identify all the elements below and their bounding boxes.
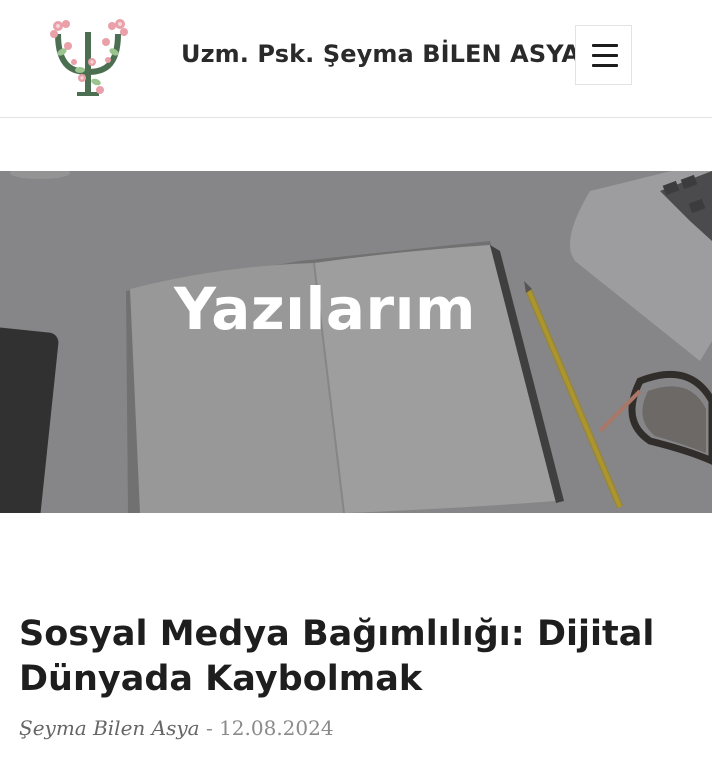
hero-title: Yazılarım xyxy=(174,275,476,343)
site-header: Uzm. Psk. Şeyma BİLEN ASYA xyxy=(0,0,712,118)
post-date: 12.08.2024 xyxy=(219,716,334,740)
meta-separator: - xyxy=(205,716,213,740)
post-meta: Şeyma Bilen Asya - 12.08.2024 xyxy=(19,716,334,740)
page-hero-banner: Yazılarım xyxy=(0,171,712,513)
hamburger-menu-button[interactable] xyxy=(575,25,632,85)
hamburger-menu-icon xyxy=(592,44,618,47)
hamburger-menu-icon-bar xyxy=(592,64,618,67)
site-logo-icon[interactable] xyxy=(44,12,132,100)
post-author-link[interactable]: Şeyma Bilen Asya xyxy=(19,716,200,740)
hamburger-menu-icon-bar xyxy=(592,54,618,57)
site-title[interactable]: Uzm. Psk. Şeyma BİLEN ASYA xyxy=(181,40,580,68)
post-title-link[interactable]: Sosyal Medya Bağımlılığı: Dijital Dünyad… xyxy=(19,612,679,702)
